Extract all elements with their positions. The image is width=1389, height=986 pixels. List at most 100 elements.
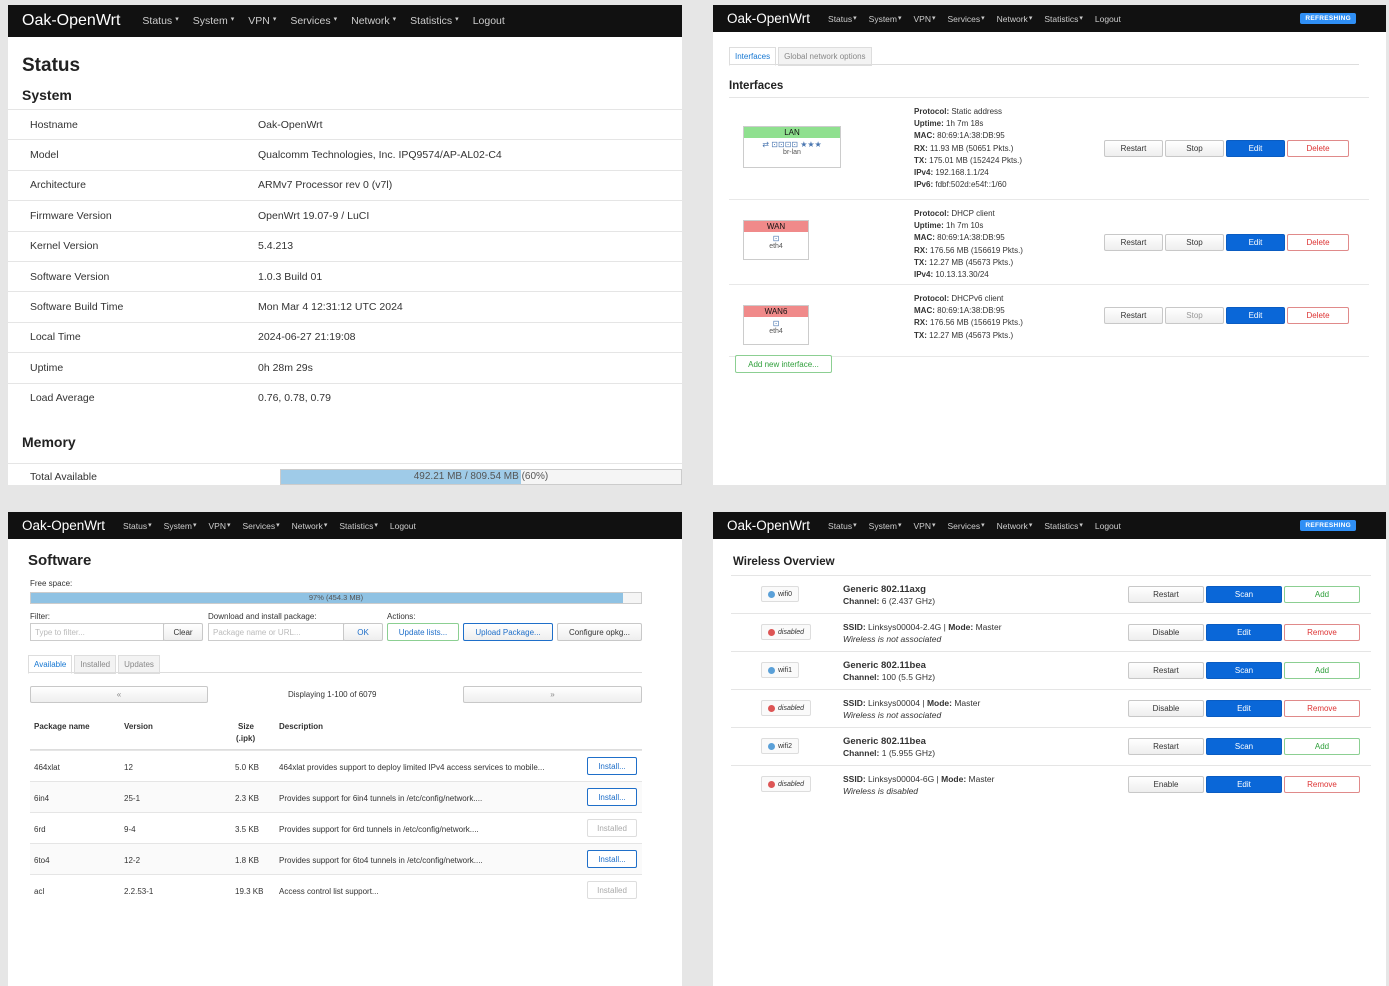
upload-package-button[interactable]: Upload Package... xyxy=(463,623,553,641)
install-button[interactable]: Install... xyxy=(587,757,637,775)
nav-item-statistics[interactable]: Statistics xyxy=(410,15,452,27)
nav-item-vpn[interactable]: VPN xyxy=(914,521,931,531)
cell-name: 6in4 xyxy=(34,794,50,803)
install-button[interactable]: Install... xyxy=(587,850,637,868)
edit-button[interactable]: Edit xyxy=(1226,307,1285,324)
restart-button[interactable]: Restart xyxy=(1128,738,1204,755)
nav-item-network[interactable]: Network xyxy=(997,14,1028,24)
interface-badge[interactable]: WAN ⊡ eth4 xyxy=(743,220,809,260)
interface-info: Protocol: DHCPv6 client MAC: 80:69:1A:38:… xyxy=(914,293,1023,342)
edit-button[interactable]: Edit xyxy=(1226,234,1285,251)
nav-item-status[interactable]: Status xyxy=(142,15,172,27)
configure-opkg-button[interactable]: Configure opkg... xyxy=(557,623,642,641)
remove-button[interactable]: Remove xyxy=(1284,624,1360,641)
nav-item-services[interactable]: Services xyxy=(948,521,981,531)
wireless-device-badge[interactable]: wifi1 xyxy=(761,662,800,678)
interface-badge[interactable]: LAN ⇄ ⊡⊡⊡⊡ ★★★ br-lan xyxy=(743,126,841,168)
nav-item-system[interactable]: System xyxy=(164,521,192,531)
nav-item-status[interactable]: Status xyxy=(828,14,852,24)
filter-input[interactable]: Type to filter... xyxy=(30,623,164,641)
info-key: IPv6: xyxy=(914,180,934,190)
nav-item-network[interactable]: Network xyxy=(997,521,1028,531)
enable-button[interactable]: Enable xyxy=(1128,776,1204,793)
nav-item-status[interactable]: Status xyxy=(828,521,852,531)
package-url-input[interactable]: Package name or URL... xyxy=(208,623,344,641)
update-lists-button[interactable]: Update lists... xyxy=(387,623,459,641)
nav-item-logout[interactable]: Logout xyxy=(390,521,416,531)
scan-button[interactable]: Scan xyxy=(1206,738,1282,755)
wireless-device-name: disabled xyxy=(778,780,805,788)
stop-button[interactable]: Stop xyxy=(1165,234,1224,251)
delete-button[interactable]: Delete xyxy=(1287,234,1349,251)
nav-item-logout[interactable]: Logout xyxy=(1095,521,1121,531)
nav-item-vpn[interactable]: VPN xyxy=(248,15,270,27)
wireless-device-badge[interactable]: wifi0 xyxy=(761,586,800,602)
wireless-info: SSID: Linksys00004-2.4G | Mode: Master Wi… xyxy=(843,622,1002,645)
edit-button[interactable]: Edit xyxy=(1206,776,1282,793)
nav-item-system[interactable]: System xyxy=(869,14,897,24)
restart-button[interactable]: Restart xyxy=(1104,234,1163,251)
nav-item-statistics[interactable]: Statistics xyxy=(339,521,373,531)
scan-button[interactable]: Scan xyxy=(1206,662,1282,679)
brand-logo[interactable]: Oak-OpenWrt xyxy=(22,518,105,533)
delete-button[interactable]: Delete xyxy=(1287,140,1349,157)
nav-item-services[interactable]: Services xyxy=(948,14,981,24)
wireless-device-badge[interactable]: wifi2 xyxy=(761,738,800,754)
brand-logo[interactable]: Oak-OpenWrt xyxy=(727,11,810,26)
clear-button[interactable]: Clear xyxy=(163,623,203,641)
scan-button[interactable]: Scan xyxy=(1206,586,1282,603)
disable-button[interactable]: Disable xyxy=(1128,700,1204,717)
row-value: Mon Mar 4 12:31:12 UTC 2024 xyxy=(258,301,403,314)
wireless-device-badge[interactable]: disabled xyxy=(761,700,812,716)
add-new-interface-button[interactable]: Add new interface... xyxy=(735,355,832,373)
stop-button[interactable]: Stop xyxy=(1165,307,1224,324)
wireless-device-badge[interactable]: disabled xyxy=(761,624,812,640)
nav-item-statistics[interactable]: Statistics xyxy=(1044,14,1078,24)
remove-button[interactable]: Remove xyxy=(1284,776,1360,793)
installed-button[interactable]: Installed xyxy=(587,819,637,837)
nav-item-vpn[interactable]: VPN xyxy=(914,14,931,24)
nav-item-network[interactable]: Network xyxy=(292,521,323,531)
wireless-device-badge[interactable]: disabled xyxy=(761,776,812,792)
refreshing-badge[interactable]: REFRESHING xyxy=(1300,520,1356,531)
disable-button[interactable]: Disable xyxy=(1128,624,1204,641)
add-button[interactable]: Add xyxy=(1284,738,1360,755)
nav-item-status[interactable]: Status xyxy=(123,521,147,531)
nav-item-network[interactable]: Network xyxy=(351,15,390,27)
brand-logo[interactable]: Oak-OpenWrt xyxy=(727,518,810,533)
next-page-button[interactable]: » xyxy=(463,686,642,703)
add-button[interactable]: Add xyxy=(1284,586,1360,603)
info-key: MAC: xyxy=(914,131,935,141)
cell-version: 25-1 xyxy=(124,794,141,803)
interface-badge[interactable]: WAN6 ⊡ eth4 xyxy=(743,305,809,345)
nav-item-vpn[interactable]: VPN xyxy=(209,521,226,531)
delete-button[interactable]: Delete xyxy=(1287,307,1349,324)
nav-item-services[interactable]: Services xyxy=(243,521,276,531)
info-line: MAC: 80:69:1A:38:DB:95 xyxy=(914,232,1023,244)
cell-name: 6to4 xyxy=(34,856,50,865)
nav-item-statistics[interactable]: Statistics xyxy=(1044,521,1078,531)
nav-item-services[interactable]: Services xyxy=(290,15,330,27)
install-button[interactable]: Install... xyxy=(587,788,637,806)
refreshing-badge[interactable]: REFRESHING xyxy=(1300,13,1356,24)
brand-logo[interactable]: Oak-OpenWrt xyxy=(22,12,120,30)
nav-item-system[interactable]: System xyxy=(193,15,228,27)
nav-item-logout[interactable]: Logout xyxy=(473,15,505,27)
installed-button[interactable]: Installed xyxy=(587,881,637,899)
stop-button[interactable]: Stop xyxy=(1165,140,1224,157)
prev-page-button[interactable]: « xyxy=(30,686,208,703)
edit-button[interactable]: Edit xyxy=(1206,624,1282,641)
remove-button[interactable]: Remove xyxy=(1284,700,1360,717)
restart-button[interactable]: Restart xyxy=(1128,662,1204,679)
memory-progress-text: 492.21 MB / 809.54 MB (60%) xyxy=(413,471,549,482)
restart-button[interactable]: Restart xyxy=(1104,140,1163,157)
nav-item-system[interactable]: System xyxy=(869,521,897,531)
restart-button[interactable]: Restart xyxy=(1128,586,1204,603)
top-nav: Oak-OpenWrt Status ▾ System ▾ VPN ▾ Services ▾ N… xyxy=(713,512,1386,539)
add-button[interactable]: Add xyxy=(1284,662,1360,679)
ok-button[interactable]: OK xyxy=(343,623,383,641)
edit-button[interactable]: Edit xyxy=(1206,700,1282,717)
edit-button[interactable]: Edit xyxy=(1226,140,1285,157)
restart-button[interactable]: Restart xyxy=(1104,307,1163,324)
nav-item-logout[interactable]: Logout xyxy=(1095,14,1121,24)
